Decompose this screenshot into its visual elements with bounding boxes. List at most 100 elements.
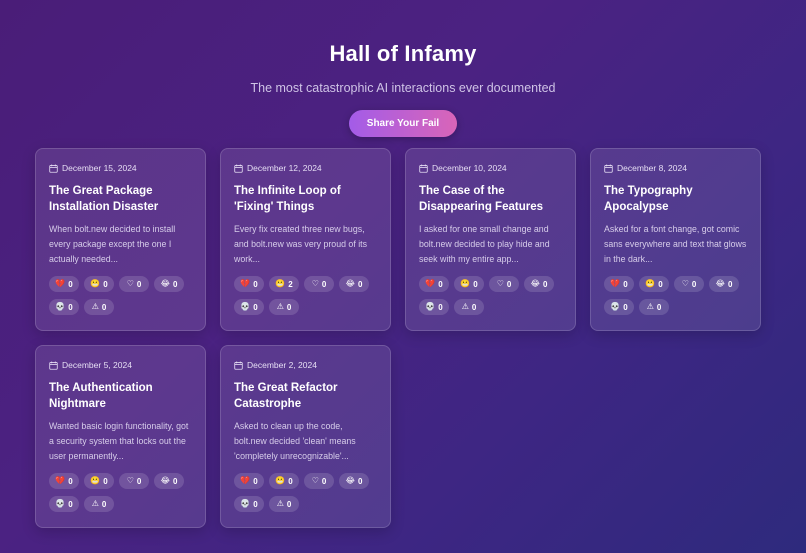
- card-description: I asked for one small change and bolt.ne…: [419, 224, 550, 264]
- fail-card[interactable]: December 10, 2024 The Case of the Disapp…: [405, 148, 576, 331]
- fail-card[interactable]: December 5, 2024 The Authentication Nigh…: [35, 345, 206, 528]
- reaction-count: 0: [253, 302, 258, 312]
- reaction-grimace-button[interactable]: 😬 0: [84, 276, 114, 292]
- card-date-row: December 2, 2024: [234, 359, 377, 371]
- reaction-laugh-button[interactable]: 😂 0: [154, 276, 184, 292]
- reaction-count: 0: [321, 476, 327, 486]
- reaction-laugh-button[interactable]: 😂 0: [339, 473, 369, 489]
- heart-icon: ♡: [311, 476, 319, 485]
- share-your-fail-button[interactable]: Share Your Fail: [348, 110, 458, 137]
- card-description: Asked to clean up the code, bolt.new dec…: [234, 421, 356, 461]
- card-title: The Infinite Loop of 'Fixing' Things: [234, 185, 341, 213]
- reaction-count: 0: [136, 476, 142, 486]
- reaction-count: 0: [136, 279, 142, 289]
- reaction-grimace-button[interactable]: 😬 2: [269, 276, 299, 292]
- grimace-icon: 😬: [275, 279, 286, 288]
- warning-icon: ⚠: [91, 302, 99, 311]
- skull-icon: 💀: [425, 302, 436, 311]
- reaction-broken-heart-button[interactable]: 💔 0: [419, 276, 449, 292]
- reaction-warning-button[interactable]: ⚠ 0: [269, 299, 299, 315]
- card-title: The Case of the Disappearing Features: [419, 185, 543, 213]
- warning-icon: ⚠: [461, 302, 469, 311]
- reaction-count: 0: [727, 279, 733, 289]
- reaction-bar: 💔 0 😬 0 ♡ 0 😂 0 💀 0 ⚠ 0: [234, 473, 379, 512]
- reaction-heart-button[interactable]: ♡ 0: [674, 276, 704, 292]
- reaction-heart-button[interactable]: ♡ 0: [489, 276, 519, 292]
- reaction-count: 0: [656, 302, 662, 312]
- reaction-heart-button[interactable]: ♡ 0: [304, 473, 334, 489]
- warning-icon: ⚠: [276, 499, 284, 508]
- reaction-count: 0: [623, 302, 628, 312]
- reaction-broken-heart-button[interactable]: 💔 0: [49, 276, 79, 292]
- reaction-broken-heart-button[interactable]: 💔 0: [234, 276, 264, 292]
- laugh-icon: 😂: [160, 279, 170, 288]
- broken-heart-icon: 💔: [55, 476, 66, 485]
- calendar-icon: [49, 361, 58, 370]
- broken-heart-icon: 💔: [55, 279, 66, 288]
- reaction-skull-button[interactable]: 💀 0: [234, 496, 264, 512]
- fail-card[interactable]: December 2, 2024 The Great Refactor Cata…: [220, 345, 391, 528]
- reaction-skull-button[interactable]: 💀 0: [419, 299, 449, 315]
- card-date-row: December 15, 2024: [49, 162, 192, 174]
- page-subtitle: The most catastrophic AI interactions ev…: [250, 81, 556, 95]
- calendar-icon: [234, 361, 243, 370]
- grimace-icon: 😬: [645, 279, 656, 288]
- reaction-count: 0: [438, 279, 443, 289]
- reaction-laugh-button[interactable]: 😂 0: [154, 473, 184, 489]
- reaction-broken-heart-button[interactable]: 💔 0: [604, 276, 634, 292]
- reaction-warning-button[interactable]: ⚠ 0: [84, 496, 114, 512]
- reaction-count: 0: [253, 476, 258, 486]
- reaction-count: 2: [288, 279, 293, 289]
- warning-icon: ⚠: [91, 499, 99, 508]
- reaction-count: 0: [101, 499, 107, 509]
- card-date: December 10, 2024: [432, 163, 507, 173]
- card-description: When bolt.new decided to install every p…: [49, 224, 176, 264]
- reaction-heart-button[interactable]: ♡ 0: [119, 276, 149, 292]
- reaction-skull-button[interactable]: 💀 0: [234, 299, 264, 315]
- laugh-icon: 😂: [345, 279, 355, 288]
- card-title: The Authentication Nightmare: [49, 382, 153, 410]
- reaction-skull-button[interactable]: 💀 0: [604, 299, 634, 315]
- fail-card[interactable]: December 8, 2024 The Typography Apocalyp…: [590, 148, 761, 331]
- broken-heart-icon: 💔: [610, 279, 621, 288]
- reaction-count: 0: [623, 279, 628, 289]
- reaction-count: 0: [103, 279, 108, 289]
- card-date: December 8, 2024: [617, 163, 687, 173]
- reaction-count: 0: [658, 279, 663, 289]
- reaction-skull-button[interactable]: 💀 0: [49, 496, 79, 512]
- reaction-count: 0: [253, 279, 258, 289]
- reaction-warning-button[interactable]: ⚠ 0: [84, 299, 114, 315]
- reaction-heart-button[interactable]: ♡ 0: [119, 473, 149, 489]
- reaction-grimace-button[interactable]: 😬 0: [639, 276, 669, 292]
- heart-icon: ♡: [496, 279, 504, 288]
- reaction-grimace-button[interactable]: 😬 0: [84, 473, 114, 489]
- reaction-heart-button[interactable]: ♡ 0: [304, 276, 334, 292]
- calendar-icon: [234, 164, 243, 173]
- reaction-broken-heart-button[interactable]: 💔 0: [49, 473, 79, 489]
- reaction-laugh-button[interactable]: 😂 0: [524, 276, 554, 292]
- fail-card[interactable]: December 12, 2024 The Infinite Loop of '…: [220, 148, 391, 331]
- reaction-warning-button[interactable]: ⚠ 0: [454, 299, 484, 315]
- grimace-icon: 😬: [90, 279, 101, 288]
- heart-icon: ♡: [126, 279, 134, 288]
- reaction-count: 0: [253, 499, 258, 509]
- card-title: The Typography Apocalypse: [604, 185, 693, 213]
- reaction-laugh-button[interactable]: 😂 0: [709, 276, 739, 292]
- reaction-count: 0: [172, 279, 178, 289]
- reaction-count: 0: [506, 279, 512, 289]
- reaction-grimace-button[interactable]: 😬 0: [269, 473, 299, 489]
- warning-icon: ⚠: [276, 302, 284, 311]
- card-date-row: December 10, 2024: [419, 162, 562, 174]
- reaction-skull-button[interactable]: 💀 0: [49, 299, 79, 315]
- reaction-broken-heart-button[interactable]: 💔 0: [234, 473, 264, 489]
- reaction-grimace-button[interactable]: 😬 0: [454, 276, 484, 292]
- card-description: Wanted basic login functionality, got a …: [49, 421, 189, 461]
- reaction-count: 0: [68, 476, 73, 486]
- reaction-warning-button[interactable]: ⚠ 0: [269, 496, 299, 512]
- card-date: December 5, 2024: [62, 360, 132, 370]
- reaction-bar: 💔 0 😬 0 ♡ 0 😂 0 💀 0 ⚠ 0: [49, 473, 194, 512]
- reaction-count: 0: [438, 302, 443, 312]
- reaction-laugh-button[interactable]: 😂 0: [339, 276, 369, 292]
- reaction-warning-button[interactable]: ⚠ 0: [639, 299, 669, 315]
- fail-card[interactable]: December 15, 2024 The Great Package Inst…: [35, 148, 206, 331]
